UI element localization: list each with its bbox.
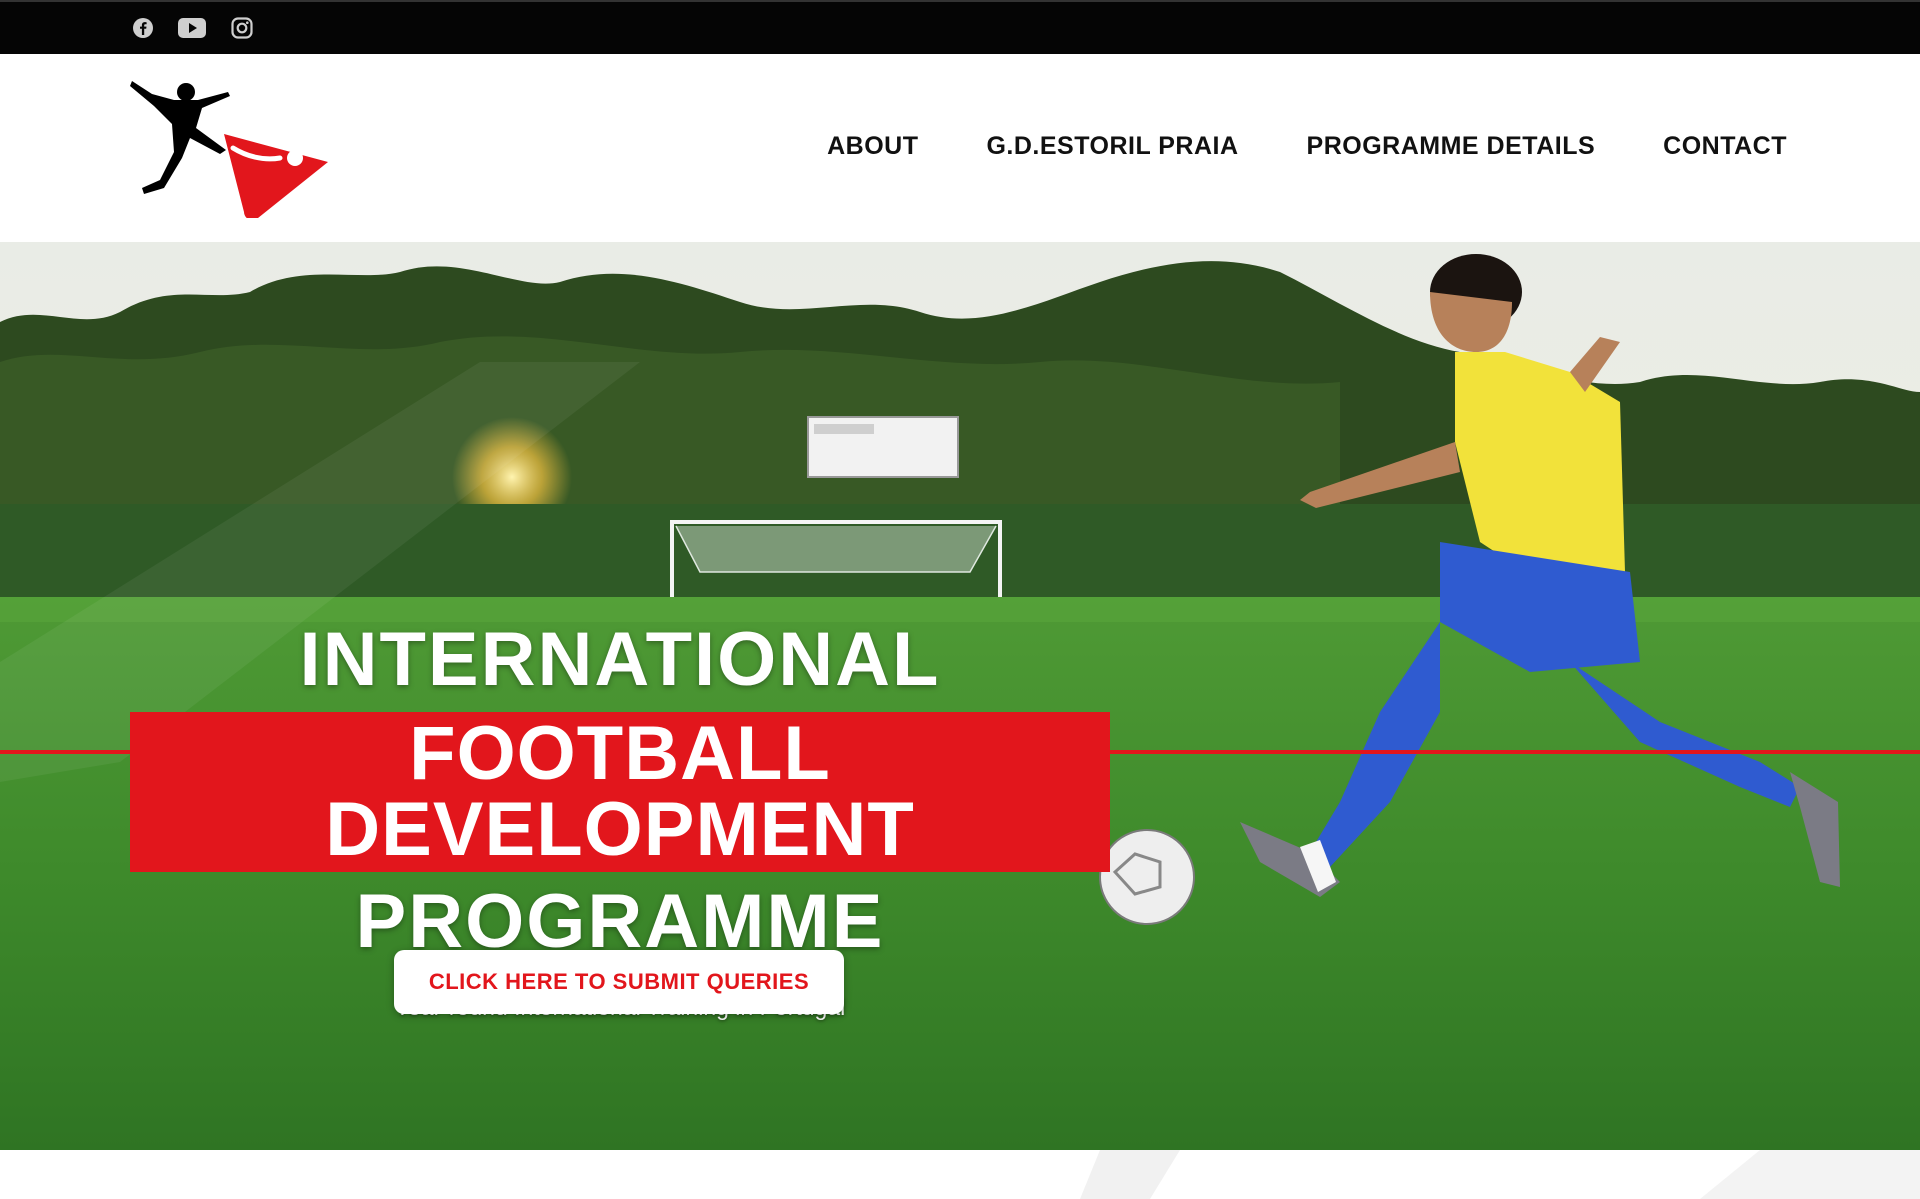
instagram-icon[interactable] — [227, 15, 257, 41]
submit-queries-button[interactable]: CLICK HERE TO SUBMIT QUERIES — [394, 950, 844, 1014]
hero-title-line2: FOOTBALL DEVELOPMENT — [325, 711, 915, 872]
page-bottom-strip — [0, 1150, 1920, 1199]
nav-gd-estoril-praia[interactable]: G.D.ESTORIL PRAIA — [986, 132, 1238, 161]
nav-contact[interactable]: CONTACT — [1663, 132, 1787, 161]
site-logo[interactable] — [128, 78, 338, 221]
hero-section: INTERNATIONAL FOOTBALL DEVELOPMENT PROGR… — [0, 242, 1920, 1150]
hero-title-line1: INTERNATIONAL — [299, 617, 941, 702]
main-nav: ABOUT G.D.ESTORIL PRAIA PROGRAMME DETAIL… — [827, 132, 1787, 161]
decorative-shape — [1080, 1150, 1920, 1199]
social-bar — [0, 0, 1920, 54]
nav-programme-details[interactable]: PROGRAMME DETAILS — [1307, 132, 1596, 161]
hero-title-line3: PROGRAMME — [355, 879, 885, 964]
youtube-icon[interactable] — [177, 15, 207, 41]
facebook-icon[interactable] — [128, 15, 158, 41]
site-header: ABOUT G.D.ESTORIL PRAIA PROGRAMME DETAIL… — [0, 54, 1920, 242]
nav-about[interactable]: ABOUT — [827, 132, 918, 161]
hero-title-highlight: FOOTBALL DEVELOPMENT — [130, 712, 1110, 872]
